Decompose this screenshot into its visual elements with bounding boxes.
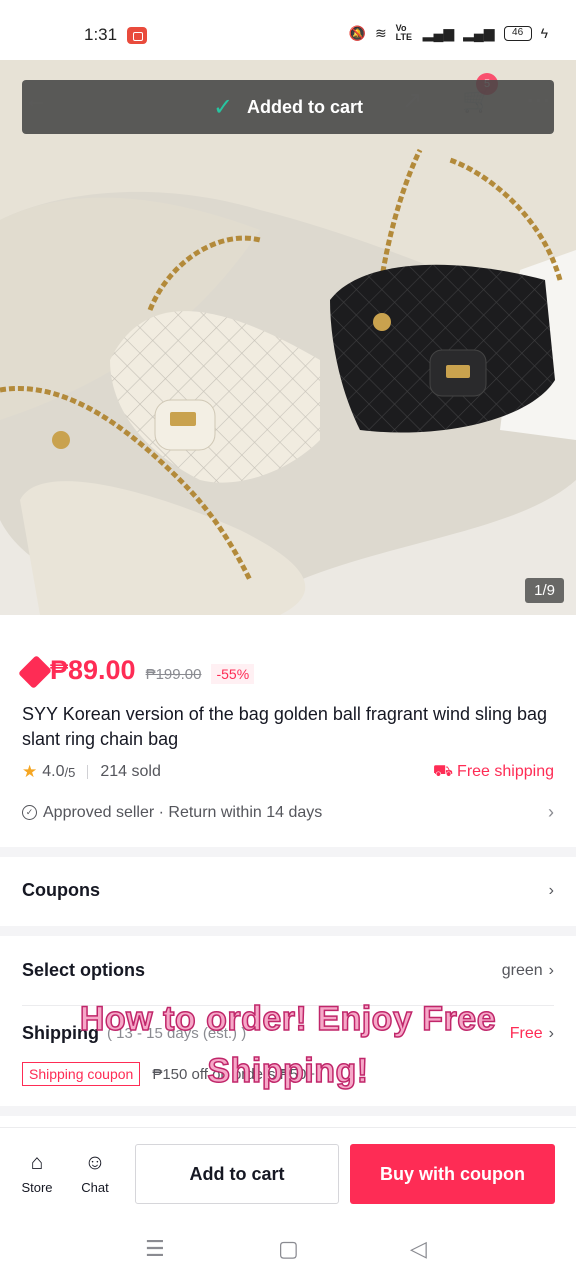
select-options-label: Select options <box>22 960 146 980</box>
home-icon[interactable]: ▢ <box>278 1236 299 1262</box>
selected-option: green › <box>502 962 554 980</box>
store-icon: ⌂ <box>30 1151 44 1174</box>
chat-button[interactable]: ☺ Chat <box>75 1150 115 1195</box>
free-shipping-label: ⛟ Free shipping <box>433 762 554 782</box>
buy-with-coupon-button[interactable]: Buy with coupon <box>350 1144 555 1204</box>
section-divider <box>0 847 576 857</box>
status-icons: 🔕 ≋ Vo LTE ▂▄▆ ▂▄▆ 46 ϟ <box>349 24 549 42</box>
current-price: ₱89.00 <box>50 655 136 685</box>
price-row: ₱89.00 ₱199.00 -55% <box>18 655 255 689</box>
rating-value: 4.0 <box>42 763 65 780</box>
rating-row: ★ 4.0 /5 214 sold ⛟ Free shipping <box>22 762 554 782</box>
system-navigation-bar: ☰ ▢ ◁ <box>0 1222 576 1280</box>
chat-label: Chat <box>81 1180 109 1195</box>
discount-badge: -55% <box>211 664 255 684</box>
chevron-right-icon: › <box>548 961 554 979</box>
price-tag-icon <box>18 655 52 689</box>
add-to-cart-button[interactable]: Add to cart <box>135 1144 339 1204</box>
product-photo <box>0 60 576 615</box>
image-counter: 1/9 <box>525 578 564 603</box>
section-divider <box>0 926 576 936</box>
back-icon[interactable]: ◁ <box>410 1236 427 1262</box>
overlay-caption-line-1: How to order! Enjoy Free <box>79 999 497 1039</box>
screen-record-icon <box>127 27 147 44</box>
status-bar: 1:31 🔕 ≋ Vo LTE ▂▄▆ ▂▄▆ 46 ϟ <box>0 0 576 60</box>
chevron-right-icon: › <box>548 881 554 899</box>
store-button[interactable]: ⌂ Store <box>17 1150 57 1195</box>
seller-info-row[interactable]: ✓ Approved seller · Return within 14 day… <box>22 802 554 823</box>
check-circle-icon: ✓ <box>22 805 37 820</box>
chevron-right-icon: › <box>548 802 554 822</box>
section-divider <box>0 1106 576 1116</box>
signal-icon: ▂▄▆ <box>422 25 455 41</box>
menu-icon[interactable]: ☰ <box>145 1236 165 1262</box>
sold-count: 214 sold <box>100 763 161 780</box>
truck-icon: ⛟ <box>432 763 454 780</box>
check-icon: ✓ <box>212 93 234 121</box>
battery-icon: 46 <box>503 25 532 41</box>
wifi-icon: ≋ <box>374 25 387 41</box>
chat-icon: ☺ <box>84 1151 106 1174</box>
selected-option-value: green <box>501 961 543 979</box>
charging-icon: ϟ <box>540 25 548 41</box>
free-shipping-text: Free shipping <box>457 763 554 780</box>
added-to-cart-toast: ✓ Added to cart <box>22 80 554 134</box>
overlay-caption-line-2: Shipping! <box>207 1051 369 1091</box>
product-title: SYY Korean version of the bag golden bal… <box>22 704 548 749</box>
coupons-row[interactable]: Coupons › <box>22 880 554 901</box>
signal-icon-2: ▂▄▆ <box>463 25 495 41</box>
network-label: Vo LTE <box>395 23 413 42</box>
seller-info-text: Approved seller · Return within 14 days <box>43 803 323 821</box>
mute-icon: 🔕 <box>348 25 366 41</box>
rating-denominator: /5 <box>64 764 76 780</box>
select-options-row[interactable]: Select options green › <box>22 960 554 981</box>
bottom-action-bar: ⌂ Store ☺ Chat Add to cart Buy with coup… <box>0 1127 576 1222</box>
status-time: 1:31 <box>84 25 118 44</box>
coupons-label: Coupons <box>22 880 100 900</box>
star-icon: ★ <box>22 762 38 781</box>
divider <box>87 765 89 779</box>
store-label: Store <box>21 1180 53 1195</box>
product-image-gallery[interactable]: ← ↗ 🛒 5 ⋯ ✓ Added to cart 1/9 <box>0 60 576 615</box>
toast-text: Added to cart <box>247 96 364 117</box>
original-price: ₱199.00 <box>145 666 202 683</box>
